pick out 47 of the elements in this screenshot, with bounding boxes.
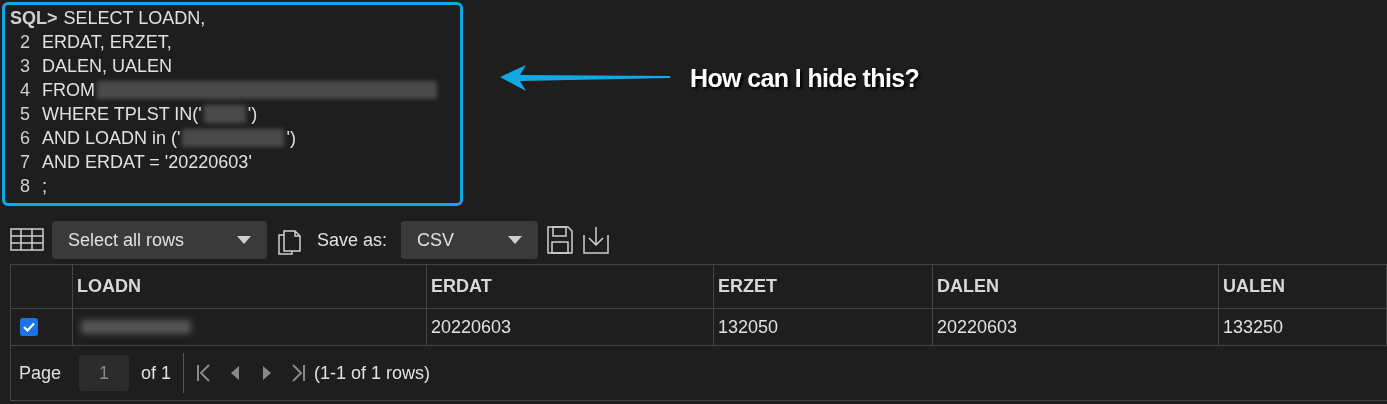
table-cell-text: 132050 [718,315,779,339]
code-text: SELECT LOADN, [63,6,206,30]
page-count: of 1 [141,361,172,385]
download-icon[interactable] [582,225,611,255]
code-text: ERDAT, ERZET, [42,30,172,54]
row-summary: (1-1 of 1 rows) [314,361,431,385]
last-page-icon[interactable] [290,364,307,382]
code-text: WHERE TPLST IN(' [42,102,202,126]
code-text: AND LOADN in (' [42,126,181,150]
line-number: 6 [19,126,30,150]
column-header[interactable]: ERZET [714,265,933,308]
annotation-text: How can I hide this? [690,63,920,94]
column-header[interactable]: LOADN [73,265,427,308]
line-number: 4 [19,78,30,102]
table-cell-text: 20220603 [937,315,1018,339]
caret-icon [237,236,251,244]
redaction-blur [203,105,246,123]
table-cell-text: 20220603 [431,315,512,339]
code-text: ; [42,174,47,198]
table-icon[interactable] [10,228,44,252]
caret-icon [508,236,523,244]
format-dropdown[interactable]: CSV [401,221,539,259]
code-text: AND ERDAT = '20220603' [42,150,252,174]
code-text: ') [286,126,296,150]
page-field[interactable]: 1 [79,355,130,391]
code-text: DALEN, UALEN [42,54,173,78]
sql-prompt: SQL> [10,6,58,30]
line-number: 3 [19,54,30,78]
line-number: 5 [19,102,30,126]
page-label: Page [19,361,62,385]
arrow-icon [500,64,672,92]
next-page-icon[interactable] [262,366,273,380]
select-rows-dropdown[interactable]: Select all rows [52,221,267,259]
first-page-icon[interactable] [196,364,213,382]
previous-page-icon[interactable] [230,366,241,380]
line-number: 8 [19,174,30,198]
code-text: FROM [42,78,95,102]
line-number: 7 [19,150,30,174]
column-header[interactable]: DALEN [933,265,1219,308]
table-cell-text: 133250 [1223,315,1284,339]
line-number: 2 [19,30,30,54]
save-icon[interactable] [546,225,575,255]
column-header[interactable]: ERDAT [427,265,714,308]
column-header[interactable]: UALEN [1219,265,1387,308]
row-checkbox[interactable] [20,318,38,336]
save-as-label: Save as: [317,228,388,252]
code-text: ') [247,102,258,126]
